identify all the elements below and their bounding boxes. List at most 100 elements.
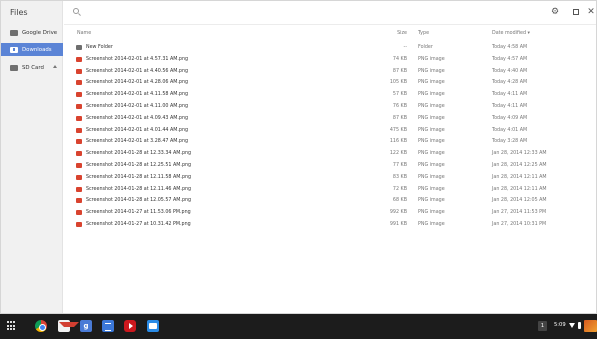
- shelf: g 1 5:09: [0, 314, 597, 339]
- file-type: PNG image: [418, 92, 445, 98]
- file-row[interactable]: Screenshot 2014-02-01 at 4.40.56 AM.png 8…: [64, 66, 596, 78]
- file-size: 87 KB: [392, 115, 407, 121]
- column-header-name[interactable]: Name: [77, 31, 91, 36]
- file-row[interactable]: Screenshot 2014-01-28 at 12.11.58 AM.png…: [64, 172, 596, 184]
- file-type: PNG image: [418, 127, 445, 133]
- file-row[interactable]: Screenshot 2014-02-01 at 3.28.47 AM.png 1…: [64, 136, 596, 148]
- file-row[interactable]: Screenshot 2014-02-01 at 4.28.06 AM.png 1…: [64, 77, 596, 89]
- file-size: 74 KB: [392, 56, 407, 62]
- google-plus-icon[interactable]: g: [80, 320, 92, 332]
- file-type: PNG image: [418, 56, 445, 62]
- app-launcher-icon[interactable]: [7, 321, 17, 331]
- file-type: PNG image: [418, 186, 445, 192]
- image-file-icon: [76, 198, 82, 204]
- file-size: 475 KB: [389, 127, 407, 133]
- image-file-icon: [76, 186, 82, 192]
- file-name: Screenshot 2014-01-28 at 12.05.57 AM.png: [86, 198, 192, 204]
- file-name: Screenshot 2014-02-01 at 4.11.58 AM.png: [86, 92, 189, 98]
- file-size: 991 KB: [389, 221, 407, 227]
- image-file-icon: [76, 162, 82, 168]
- column-header-type[interactable]: Type: [418, 31, 429, 36]
- file-name: Screenshot 2014-01-27 at 10.31.42 PM.png: [86, 221, 191, 227]
- image-file-icon: [76, 127, 82, 133]
- maximize-icon[interactable]: [571, 7, 581, 17]
- file-name: Screenshot 2014-01-28 at 12.33.34 AM.png: [86, 151, 192, 157]
- file-size: 992 KB: [389, 210, 407, 216]
- battery-icon[interactable]: [578, 322, 581, 329]
- file-type: PNG image: [418, 68, 445, 74]
- image-file-icon: [76, 115, 82, 121]
- clock[interactable]: 5:09: [554, 322, 566, 328]
- search-icon[interactable]: [73, 8, 79, 14]
- wifi-icon[interactable]: [569, 323, 575, 328]
- file-name: Screenshot 2014-02-01 at 4.01.44 AM.png: [86, 127, 189, 133]
- sd-card-icon: [10, 64, 18, 71]
- file-name: Screenshot 2014-01-27 at 11.53.06 PM.png: [86, 210, 191, 216]
- column-header-date-modified[interactable]: Date modified ▾: [492, 31, 530, 36]
- file-size: 76 KB: [392, 103, 407, 109]
- image-file-icon: [76, 103, 82, 109]
- file-row[interactable]: Screenshot 2014-02-01 at 4.57.31 AM.png 7…: [64, 54, 596, 66]
- close-icon[interactable]: ✕: [586, 7, 596, 17]
- notification-badge[interactable]: 1: [538, 321, 547, 331]
- file-row[interactable]: Screenshot 2014-01-28 at 12.05.57 AM.png…: [64, 195, 596, 207]
- chrome-icon[interactable]: [35, 320, 47, 332]
- column-header-size[interactable]: Size: [384, 31, 407, 36]
- image-file-icon: [76, 151, 82, 157]
- sidebar-item-label: Downloads: [22, 46, 52, 53]
- google-docs-icon[interactable]: [102, 320, 114, 332]
- file-row[interactable]: Screenshot 2014-02-01 at 4.11.58 AM.png 5…: [64, 89, 596, 101]
- youtube-icon[interactable]: [124, 320, 136, 332]
- file-name: Screenshot 2014-02-01 at 4.09.43 AM.png: [86, 115, 189, 121]
- file-row[interactable]: Screenshot 2014-01-28 at 12.25.51 AM.png…: [64, 160, 596, 172]
- file-name: Screenshot 2014-02-01 at 4.28.06 AM.png: [86, 80, 189, 86]
- sidebar-item-downloads[interactable]: Downloads: [1, 43, 63, 56]
- file-size: 83 KB: [392, 174, 407, 180]
- file-row[interactable]: New Folder -- Folder Today 4:58 AM: [64, 42, 596, 54]
- file-date-modified: Today 3:28 AM: [492, 139, 528, 145]
- sidebar-item-sd-card[interactable]: SD Card: [1, 61, 63, 74]
- file-size: 72 KB: [392, 186, 407, 192]
- file-row[interactable]: Screenshot 2014-02-01 at 4.09.43 AM.png 8…: [64, 113, 596, 125]
- files-app-window: Files Google Drive Downloads SD Card ⚙ ✕…: [0, 0, 597, 314]
- google-drive-icon: [10, 29, 18, 36]
- file-size: 105 KB: [389, 80, 407, 86]
- file-row[interactable]: Screenshot 2014-02-01 at 4.01.44 AM.png 4…: [64, 125, 596, 137]
- file-date-modified: Today 4:28 AM: [492, 80, 528, 86]
- file-row[interactable]: Screenshot 2014-01-28 at 12.33.34 AM.png…: [64, 148, 596, 160]
- file-type: PNG image: [418, 174, 445, 180]
- file-row[interactable]: Screenshot 2014-01-27 at 11.53.06 PM.png…: [64, 207, 596, 219]
- sidebar-item-google-drive[interactable]: Google Drive: [1, 26, 63, 39]
- file-date-modified: Jan 27, 2014 11:53 PM: [492, 210, 547, 216]
- gear-icon[interactable]: ⚙: [550, 7, 560, 17]
- image-file-icon: [76, 221, 82, 227]
- file-type: Folder: [418, 45, 433, 50]
- file-type: PNG image: [418, 115, 445, 121]
- image-file-icon: [76, 210, 82, 216]
- sidebar-title: Files: [10, 8, 28, 17]
- file-type: PNG image: [418, 210, 445, 216]
- file-type: PNG image: [418, 198, 445, 204]
- file-date-modified: Jan 28, 2014 12:25 AM: [492, 162, 547, 168]
- folder-icon: [76, 45, 82, 50]
- file-rows: New Folder -- Folder Today 4:58 AM Screensho…: [64, 42, 596, 231]
- file-type: PNG image: [418, 103, 445, 109]
- file-size: --: [403, 45, 407, 50]
- file-type: PNG image: [418, 151, 445, 157]
- gmail-icon[interactable]: [58, 320, 79, 332]
- image-file-icon: [76, 56, 82, 62]
- file-row[interactable]: Screenshot 2014-01-27 at 10.31.42 PM.png…: [64, 219, 596, 231]
- file-size: 87 KB: [392, 68, 407, 74]
- files-app-icon[interactable]: [147, 320, 159, 332]
- eject-icon[interactable]: [53, 65, 57, 68]
- file-name: Screenshot 2014-01-28 at 12.11.58 AM.png: [86, 174, 192, 180]
- file-type: PNG image: [418, 221, 445, 227]
- file-date-modified: Today 4:01 AM: [492, 127, 528, 133]
- user-avatar[interactable]: [584, 320, 597, 332]
- file-row[interactable]: Screenshot 2014-01-28 at 12.11.46 AM.png…: [64, 184, 596, 196]
- file-name: Screenshot 2014-02-01 at 4.40.56 AM.png: [86, 68, 189, 74]
- file-date-modified: Jan 28, 2014 12:11 AM: [492, 186, 547, 192]
- file-type: PNG image: [418, 80, 445, 86]
- file-row[interactable]: Screenshot 2014-02-01 at 4.11.00 AM.png 7…: [64, 101, 596, 113]
- image-file-icon: [76, 174, 82, 180]
